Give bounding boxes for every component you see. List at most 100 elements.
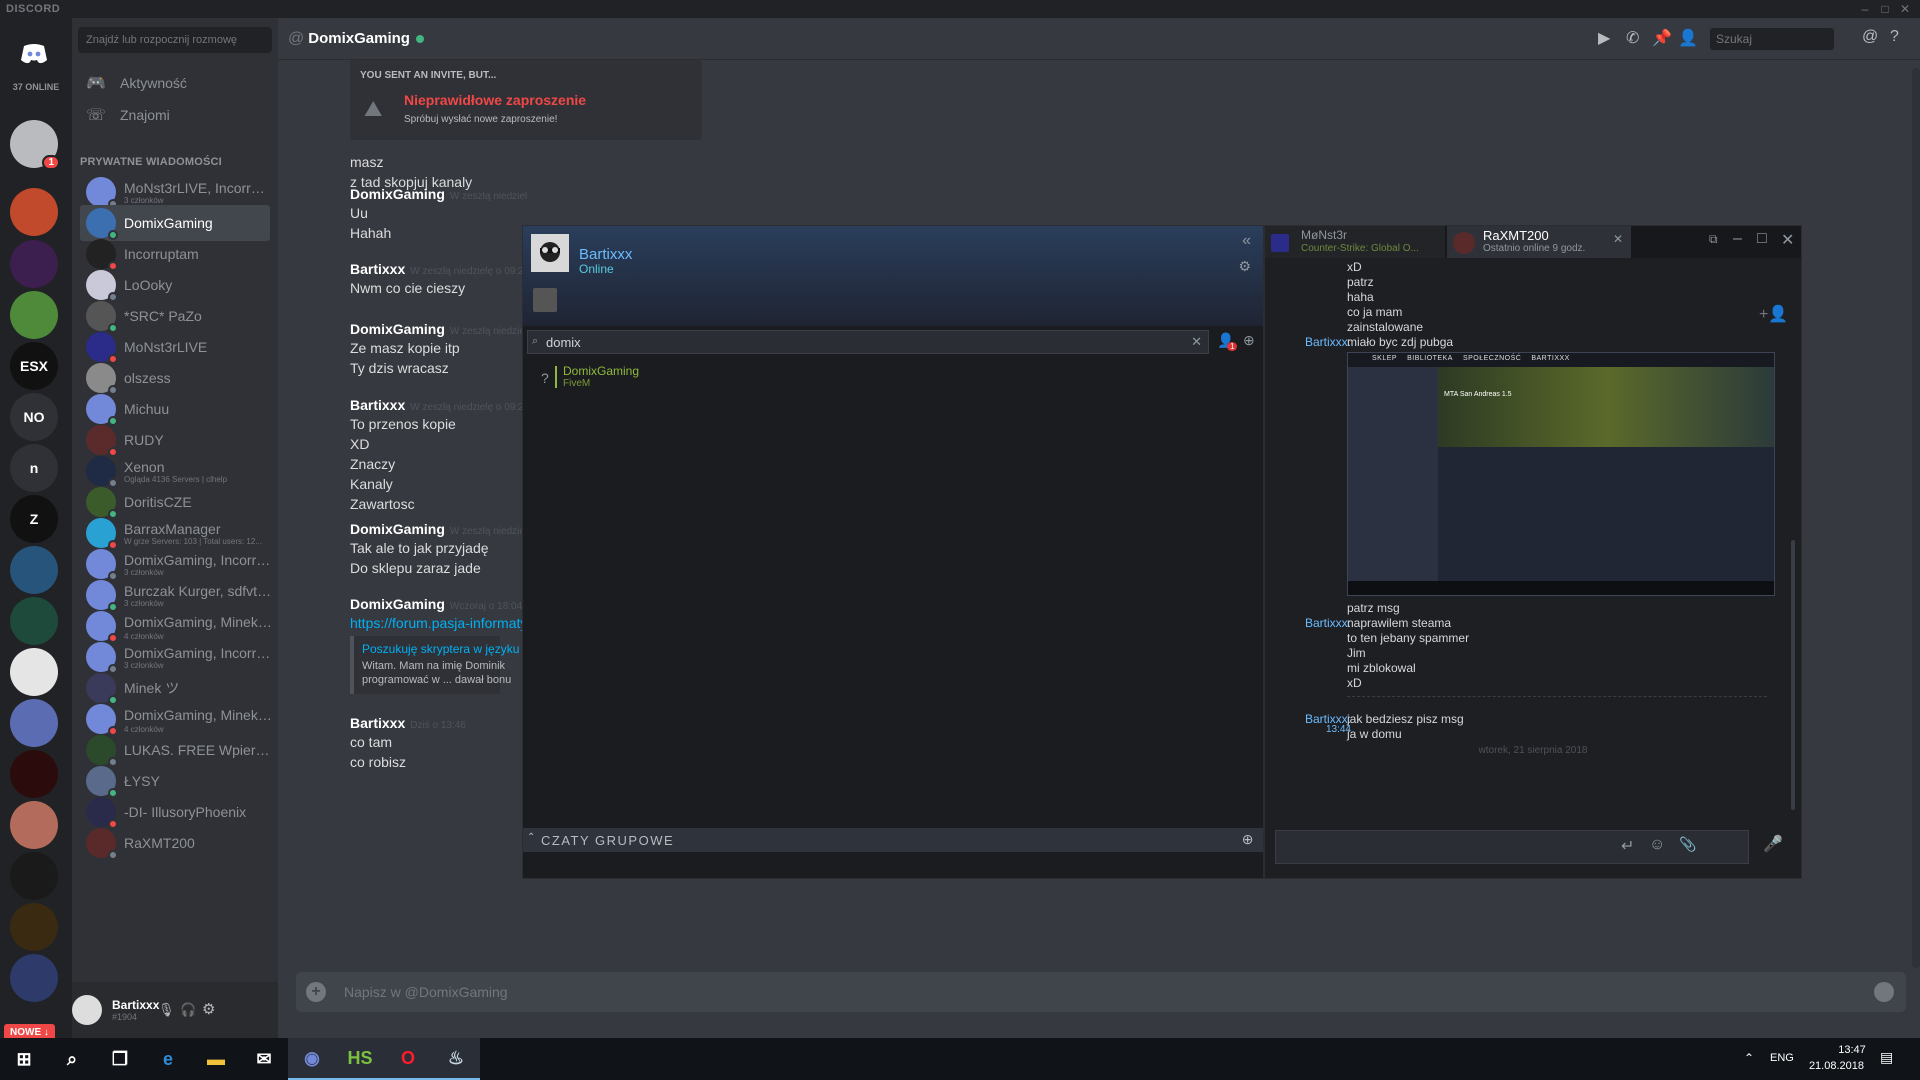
steam-username[interactable]: Bartixxx [579, 246, 632, 263]
message-author[interactable]: DomixGaming Wczoraj o 18:04 [350, 596, 522, 612]
z-server-icon[interactable]: Z [10, 495, 58, 543]
microphone-icon[interactable]: 🎙 [158, 1002, 175, 1018]
group-dm-icon[interactable]: 1 [10, 120, 60, 170]
clock-date[interactable]: 21.08.2018 [1804, 1060, 1864, 1072]
message-author[interactable]: DomixGaming W zeszłą niedziel [350, 321, 527, 337]
add-friend-icon[interactable]: 👤 [1678, 28, 1698, 48]
link-embed[interactable]: Poszukuję skryptera w języku Witam. Mam n… [350, 636, 519, 694]
file-explorer-icon[interactable]: ▬ [192, 1038, 240, 1080]
message-line: Ty dzis wracasz [350, 360, 449, 376]
chat-tab[interactable]: MøNst3r Counter-Strike: Global O... [1265, 226, 1445, 258]
add-user-icon[interactable]: +👤 [1759, 304, 1788, 324]
message-author[interactable]: DomixGaming W zeszłą niedziel [350, 521, 527, 537]
emoji-icon[interactable] [1874, 982, 1894, 1002]
divider [1347, 696, 1767, 697]
avatar[interactable] [531, 234, 569, 272]
message-composer[interactable]: + Napisz w @DomixGaming [296, 972, 1906, 1012]
screenshot-title: MTA San Andreas 1.5 [1444, 391, 1512, 398]
mail-icon[interactable]: ✉ [240, 1038, 288, 1080]
chat-tab-active[interactable]: RaXMT200 Ostatnio online 9 godz. ✕ [1447, 226, 1631, 258]
windows-start-icon[interactable]: ⊞ [0, 1038, 48, 1080]
avatar-server-icon[interactable] [10, 801, 58, 849]
discord-home-icon[interactable] [10, 30, 58, 78]
friend-result-item[interactable]: ? DomixGaming FiveM [533, 362, 933, 392]
message-author[interactable]: Bartixxx W zeszłą niedzielę o 09:2 [350, 397, 524, 413]
voice-call-icon[interactable]: ✆ [1626, 28, 1639, 48]
help-icon[interactable]: ? [1890, 28, 1899, 46]
nav-friends[interactable]: ☏ Znajomi [80, 98, 270, 132]
collapse-chevron-icon[interactable]: « [1242, 232, 1251, 250]
no-server-icon[interactable]: NO [10, 393, 58, 441]
settings-gear-icon[interactable]: ⚙ [1238, 258, 1251, 275]
task-view-icon[interactable]: ❐ [96, 1038, 144, 1080]
maximize-icon[interactable]: □ [1757, 230, 1767, 248]
pepe-server-icon[interactable] [10, 291, 58, 339]
message-author[interactable]: Bartixxx W zeszłą niedzielę o 09:2 [350, 261, 524, 277]
a-server-icon[interactable] [10, 546, 58, 594]
emoticon-icon[interactable]: ☺ [1649, 836, 1665, 854]
dm-item[interactable]: RaXMT200 [80, 825, 270, 861]
chat-scrollbar[interactable] [1791, 540, 1795, 810]
voice-mic-icon[interactable]: 🎤 [1763, 834, 1783, 854]
close-tab-icon[interactable]: ✕ [1613, 232, 1623, 246]
message-link[interactable]: https://forum.pasja-informaty [350, 615, 527, 631]
close-button[interactable]: ✕ [1894, 0, 1916, 18]
close-icon[interactable]: ✕ [1781, 230, 1794, 250]
send-enter-icon[interactable]: ↵ [1621, 836, 1634, 856]
pin-icon[interactable]: 📌 [1652, 28, 1672, 48]
steam-icon[interactable]: ♨ [432, 1038, 480, 1080]
chat-author[interactable]: Bartixxx: [1295, 335, 1351, 349]
server-label: Z [29, 511, 39, 527]
headphones-icon[interactable]: 🎧 [180, 1002, 196, 1018]
b-server-icon[interactable] [10, 240, 58, 288]
fighter-server-icon[interactable] [10, 954, 58, 1002]
add-group-icon[interactable]: ⊕ [1243, 332, 1255, 349]
game-thumbnail[interactable] [533, 288, 557, 312]
message-author[interactable]: Bartixxx Dziś o 13:46 [350, 715, 466, 731]
search-input[interactable]: Szukaj [1710, 28, 1834, 50]
minimize-icon[interactable]: – [1733, 230, 1742, 248]
pubg2-server-icon[interactable] [10, 903, 58, 951]
mask-server-icon[interactable] [10, 648, 58, 696]
minimize-button[interactable]: – [1854, 0, 1876, 18]
rp-server-icon[interactable] [10, 750, 58, 798]
triangle-server-icon[interactable] [10, 597, 58, 645]
attachment-icon[interactable]: 📎 [1679, 836, 1696, 853]
video-call-icon[interactable]: ▶ [1598, 28, 1610, 48]
chat-scrollbar[interactable] [1912, 68, 1920, 968]
pubg-server-icon[interactable] [10, 852, 58, 900]
action-center-icon[interactable]: ▤ [1880, 1049, 1893, 1066]
clear-search-icon[interactable]: ✕ [1191, 334, 1202, 350]
add-group-chat-icon[interactable]: ⊕ [1242, 831, 1255, 848]
nav-activity[interactable]: 🎮 Aktywność [80, 66, 270, 100]
esx-server-icon[interactable]: ESX [10, 342, 58, 390]
chat-author[interactable]: Bartixxx: [1295, 616, 1351, 630]
hs-icon[interactable]: HS [336, 1038, 384, 1080]
discord-icon[interactable]: ◉ [288, 1038, 336, 1080]
mention-icon[interactable]: @ [1862, 28, 1878, 46]
tray-chevron-icon[interactable]: ⌃ [1744, 1051, 1754, 1065]
screenshot-image[interactable]: SKLEP BIBLIOTEKA SPOŁECZNOŚĆ BARTIXXX MT… [1347, 352, 1775, 596]
embed-title[interactable]: Poszukuję skryptera w języku [362, 642, 519, 656]
n-server-icon[interactable]: n [10, 444, 58, 492]
user-panel: Bartixxx #1904 🎙 🎧 ⚙ [72, 982, 278, 1038]
dm-item-name: MoNst3rLIVE, Incorrupt... [124, 179, 272, 196]
message-author[interactable]: DomixGaming W zeszłą niedziel [350, 186, 527, 202]
pikachu-server-icon[interactable] [10, 188, 58, 236]
clock-time[interactable]: 13:47 [1822, 1044, 1882, 1056]
popout-icon[interactable]: ⧉ [1709, 232, 1718, 247]
friends-search-input[interactable]: ⌕ domix ✕ [527, 330, 1209, 354]
search-icon[interactable]: ⌕ [48, 1038, 96, 1080]
settings-gear-icon[interactable]: ⚙ [202, 1000, 215, 1018]
bot-server-icon[interactable] [10, 699, 58, 747]
avatar[interactable] [72, 995, 102, 1025]
language-indicator[interactable]: ENG [1770, 1052, 1794, 1064]
dm-search-input[interactable]: Znajdź lub rozpocznij rozmowę [78, 27, 272, 53]
attach-plus-icon[interactable]: + [306, 982, 326, 1002]
opera-icon[interactable]: O [384, 1038, 432, 1080]
chat-message-input[interactable] [1275, 830, 1749, 864]
edge-icon[interactable]: e [144, 1038, 192, 1080]
group-chats-header[interactable]: ⌃ CZATY GRUPOWE ⊕ [523, 828, 1263, 852]
maximize-button[interactable]: □ [1874, 0, 1896, 18]
avatar [86, 704, 118, 736]
